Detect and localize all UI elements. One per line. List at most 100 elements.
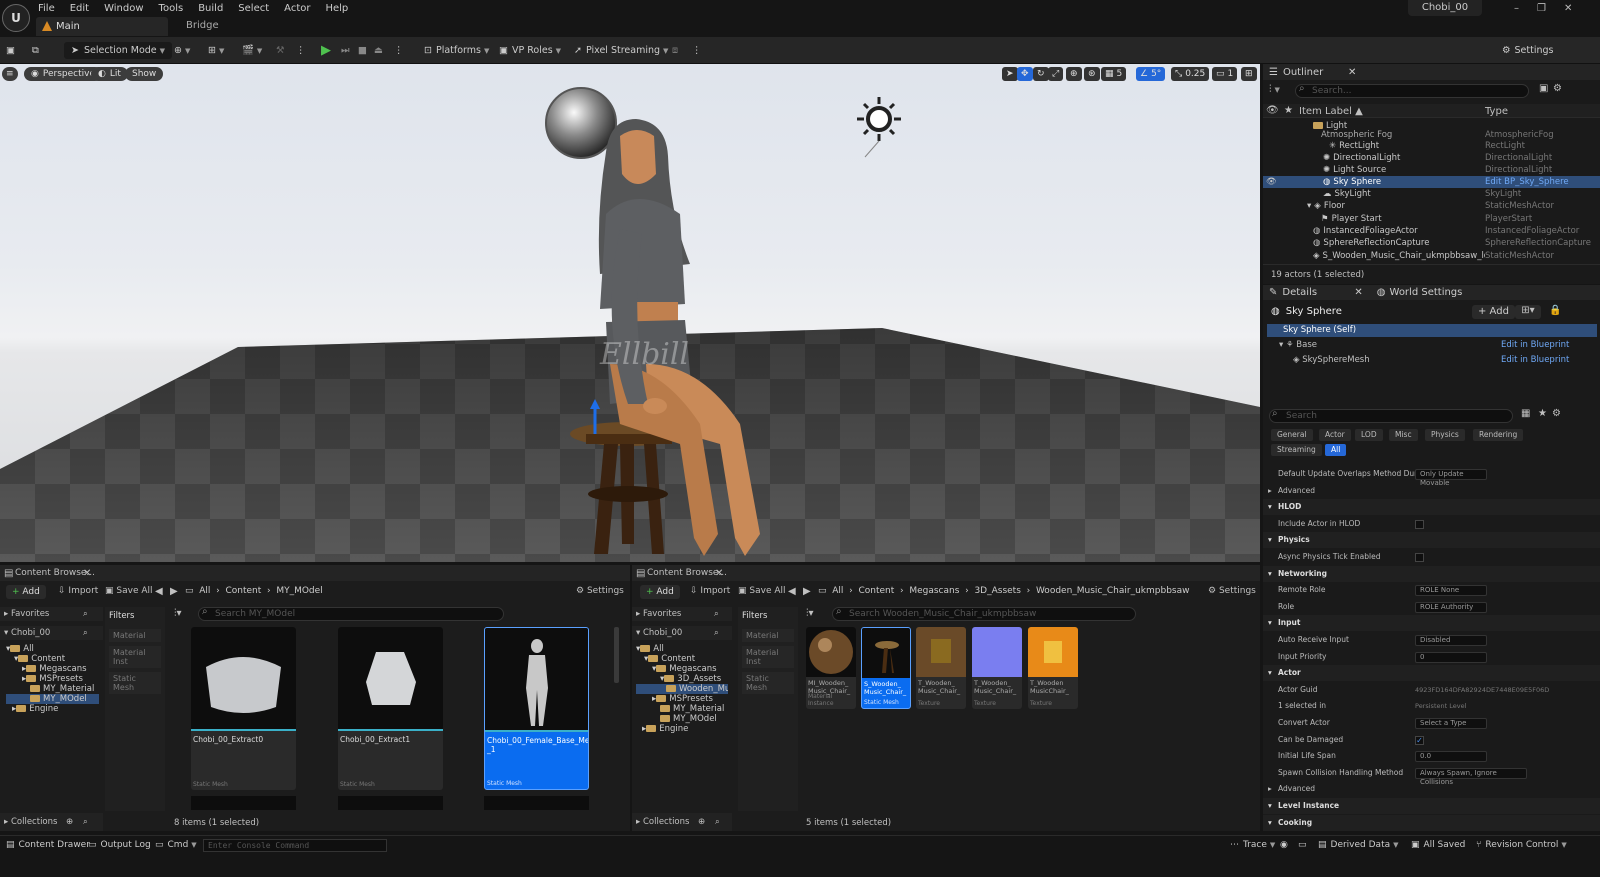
output-log-button[interactable]: ▭ Output Log [88,840,151,850]
details-title[interactable]: Details [1282,287,1354,298]
asset-tile[interactable]: Chobi_00_Extract1 Static Mesh [338,627,443,790]
property-row[interactable]: Input ▾ [1263,615,1600,632]
outliner-row-foliage[interactable]: ◍ InstancedFoliageActor InstancedFoliageAc… [1263,225,1600,237]
property-checkbox[interactable]: ✓ [1415,735,1424,745]
back-icon[interactable]: ◀ [155,586,163,597]
maximize-icon[interactable]: ❐ [1537,3,1546,14]
filter-icon[interactable]: ⫶ ▼ [1269,84,1280,95]
property-dropdown[interactable]: Always Spawn, Ignore Collisions [1415,767,1527,786]
cb2-search[interactable]: Search Wooden_Music_Chair_ukmpbbsaw [832,607,1136,621]
select-tool-icon[interactable]: ➤ [1002,67,1018,81]
close-icon[interactable]: ✕ [1564,3,1572,14]
add-component-button[interactable]: + Add [1472,305,1515,319]
scale-tool-icon[interactable]: ⤢ [1048,67,1064,81]
cb1-save-all-button[interactable]: ▣ Save All [105,586,153,596]
property-row[interactable]: Networking ▾ [1263,565,1600,582]
visibility-icon[interactable]: 👁 [1266,176,1277,188]
translate-tool-icon[interactable]: ✥ [1017,67,1033,81]
edit-in-blueprint-link[interactable]: Edit in Blueprint [1501,340,1569,350]
forward-icon[interactable]: ▶ [170,586,178,597]
cinematics-icon[interactable]: 🎬 ▼ [242,41,262,60]
asset-tile-selected[interactable]: Chobi_00_Female_Base_Mesh1 _1 Static Mes… [484,627,589,790]
search-icon[interactable]: ⌕ [715,813,720,831]
content-drawer-button[interactable]: ▤ Content Drawer [6,840,90,850]
property-row[interactable]: HLOD ▾ [1263,499,1600,516]
expand-arrow-icon[interactable]: ▾ [1268,798,1272,814]
cb1-search[interactable]: Search MY_MOdel [198,607,504,621]
star-icon[interactable]: ★ [1284,105,1293,116]
menu-select[interactable]: Select [238,3,269,14]
search-icon[interactable]: ⌕ [714,607,719,621]
world-local-icon[interactable]: ⊕ [1066,67,1082,81]
cb2-project[interactable]: ▾ Chobi_00 ⌕ [632,626,732,640]
property-input[interactable]: 0.0 [1415,751,1487,763]
derived-data-button[interactable]: ▤ Derived Data ▼ [1318,840,1399,850]
trace-button[interactable]: ⋯ Trace ▼ [1230,840,1275,850]
stop-icon[interactable]: ■ [358,41,367,60]
asset-tile[interactable]: T_Wooden_ Music_Chair_ Texture [972,627,1022,709]
close-tab-icon[interactable]: ✕ [715,568,723,579]
rotate-tool-icon[interactable]: ↻ [1033,67,1049,81]
filter-rendering[interactable]: Rendering [1473,429,1524,441]
crumb-content[interactable]: Content [225,586,261,596]
camera-speed-button[interactable]: ▭ 1 [1212,67,1238,81]
tab-main[interactable]: Main [36,17,168,36]
lit-button[interactable]: ◐ Lit [91,67,128,81]
unreal-logo-icon[interactable]: U [2,4,30,32]
asset-tile-partial[interactable] [191,796,296,810]
cb2-favorites[interactable]: ▸ Favorites ⌕ [632,607,732,621]
tree-item-selected[interactable]: Wooden_Musi [636,684,728,694]
tree-item[interactable]: ▸ MSPresets [6,674,99,684]
search-icon[interactable]: ⌕ [83,626,88,640]
cb1-scrollbar[interactable] [614,627,619,683]
close-tab-icon[interactable]: ✕ [1348,67,1356,78]
menu-tools[interactable]: Tools [159,3,184,14]
property-dropdown[interactable]: Disabled [1415,635,1487,646]
menu-window[interactable]: Window [104,3,143,14]
property-row[interactable]: Physics ▾ [1263,532,1600,549]
blueprint-dropdown-icon[interactable]: ⊞▾ [1515,305,1541,319]
back-icon[interactable]: ◀ [788,586,796,597]
property-row[interactable]: Level Instance ▾ [1263,798,1600,814]
expand-arrow-icon[interactable]: ▾ [1268,499,1272,515]
menu-build[interactable]: Build [198,3,223,14]
tree-item[interactable]: ▸ MSPresets [636,694,728,704]
cb2-settings-button[interactable]: ⚙ Settings [1208,586,1256,596]
tree-item[interactable]: MY_Material [636,704,728,714]
details-search[interactable]: Search [1269,409,1513,423]
crumb-megascans[interactable]: Megascans [909,586,959,596]
tree-item[interactable]: ▾ Content [6,654,99,664]
expand-arrow-icon[interactable]: ▾ [1307,201,1311,211]
selection-mode-button[interactable]: ➤ Selection Mode ▼ [64,42,173,59]
filter-all[interactable]: All [1325,444,1347,456]
component-skyspheremesh[interactable]: ◈ SkySphereMesh Edit in Blueprint [1293,355,1597,365]
viewport-menu-icon[interactable]: ≡ [2,67,18,81]
step-icon[interactable]: ⏭ [341,41,350,60]
crumb-3d-assets[interactable]: 3D_Assets [974,586,1020,596]
col-type[interactable]: Type [1485,106,1508,117]
outliner-row-chair[interactable]: ◈S_Wooden_Music_Chair_ukmpbbsaw_lod0_Sta… [1263,250,1600,262]
expand-arrow-icon[interactable]: ▾ [1268,532,1272,548]
angle-snap-button[interactable]: ∠ 5° [1136,67,1166,81]
expand-arrow-icon[interactable]: ▾ [1268,815,1272,831]
outliner-row-rectlight[interactable]: ✳ RectLight RectLight [1263,140,1600,152]
modes-icon[interactable]: ⚒ [276,41,285,60]
revision-control-button[interactable]: ⑂ Revision Control ▼ [1476,840,1567,850]
play-options-icon[interactable]: ⋮ [394,41,404,60]
browse-icon[interactable]: ⧉ [32,41,39,60]
cb2-save-all-button[interactable]: ▣ Save All [738,586,786,596]
tab-world-settings[interactable]: World Settings [1390,287,1463,298]
tree-item[interactable]: MY_MOdel [636,714,728,724]
menu-edit[interactable]: Edit [70,3,89,14]
expand-arrow-icon[interactable]: ▾ [1268,566,1272,582]
platforms-button[interactable]: ⊡ Platforms ▼ [424,41,489,60]
tree-item[interactable]: MY_Material [6,684,99,694]
expand-arrow-icon[interactable]: ▸ [1268,781,1272,797]
property-row[interactable]: Actor ▾ [1263,665,1600,682]
details-settings-icon[interactable]: ⚙ [1552,408,1561,419]
outliner-row-light-source[interactable]: ✺ Light Source DirectionalLight [1263,164,1600,176]
asset-tile[interactable]: Chobi_00_Extract0 Static Mesh [191,627,296,790]
outliner-row-reflection[interactable]: ◍ SphereReflectionCapture SphereReflection… [1263,237,1600,249]
component-self[interactable]: Sky Sphere (Self) [1267,324,1597,337]
asset-tile[interactable]: T_Wooden_ Music_Chair_ Texture [916,627,966,709]
